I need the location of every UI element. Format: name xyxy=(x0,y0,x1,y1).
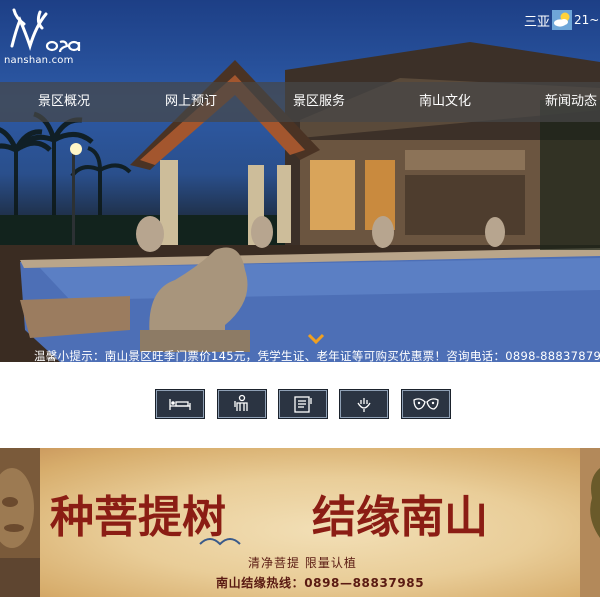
notice-text: 温馨小提示：南山景区旺季门票价145元，凭学生证、老年证等可购买优惠票！咨询电话… xyxy=(34,350,600,362)
weather-temperature: 21~ xyxy=(574,13,600,27)
notice-ticker: 温馨小提示：南山景区旺季门票价145元，凭学生证、老年证等可购买优惠票！咨询电话… xyxy=(0,350,600,362)
promo-banner[interactable]: 种菩提树 结缘南山 清净菩提 限量认植 南山结缘热线：0898—88837985 xyxy=(0,448,600,597)
hotel-bed-icon xyxy=(169,399,191,410)
ticket-document-icon xyxy=(294,396,312,413)
hero-photo xyxy=(0,42,600,362)
banner-slogan: 种菩提树 结缘南山 xyxy=(50,492,488,546)
hero-banner: nanshan.com 三亚 21~ 景区概况 网上预订 景区服务 南山文化 新… xyxy=(0,0,600,362)
partly-cloudy-icon xyxy=(552,10,573,30)
temple-incense-icon xyxy=(357,398,371,412)
banner-hotline: 南山结缘热线：0898—88837985 xyxy=(216,576,425,590)
service-culture-button[interactable] xyxy=(402,390,450,418)
service-guide-button[interactable] xyxy=(218,390,266,418)
weather-city: 三亚 xyxy=(524,14,551,30)
guide-person-icon xyxy=(234,394,248,411)
service-temple-button[interactable] xyxy=(340,390,388,418)
nav-item-services[interactable]: 景区服务 xyxy=(293,82,345,122)
main-nav: 景区概况 网上预订 景区服务 南山文化 新闻动态 xyxy=(0,82,600,122)
logo-subtitle: nanshan.com xyxy=(4,55,74,66)
chevron-down-icon[interactable] xyxy=(307,333,325,345)
weather-widget[interactable]: 三亚 21~ xyxy=(524,10,599,30)
nav-item-booking[interactable]: 网上预订 xyxy=(165,82,217,122)
nav-item-news[interactable]: 新闻动态 xyxy=(545,82,597,122)
slogan-right: 结缘南山 xyxy=(312,492,488,543)
buddha-statue-decoration xyxy=(0,448,40,597)
service-ticket-button[interactable] xyxy=(279,390,327,418)
service-hotel-button[interactable] xyxy=(156,390,204,418)
nav-item-overview[interactable]: 景区概况 xyxy=(38,82,90,122)
banner-tagline: 清净菩提 限量认植 xyxy=(248,556,357,570)
mask-culture-icon xyxy=(413,398,439,410)
nav-item-culture[interactable]: 南山文化 xyxy=(419,82,471,122)
slogan-left: 种菩提树 xyxy=(50,492,226,543)
